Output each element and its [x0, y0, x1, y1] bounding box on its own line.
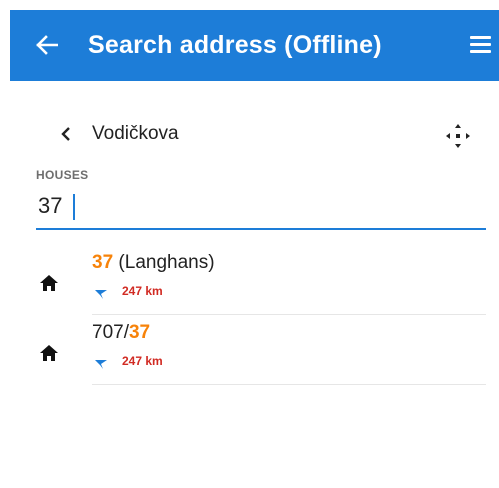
divider — [92, 314, 486, 315]
street-name: Vodičkova — [92, 123, 179, 144]
houses-label: HOUSES — [36, 168, 89, 182]
text-caret — [73, 194, 75, 220]
result-title: 707/37 — [92, 320, 150, 346]
app-bar: Search address (Offline) — [10, 10, 499, 81]
house-number-field[interactable] — [36, 190, 486, 230]
result-item[interactable]: 37 (Langhans) 247 km — [10, 248, 499, 316]
input-underline — [36, 228, 486, 230]
arrow-left-icon — [36, 35, 58, 55]
hamburger-line — [470, 43, 491, 46]
street-row: Vodičkova — [10, 116, 499, 152]
direction-arrow-icon — [95, 360, 107, 369]
result-prefix: 707/ — [92, 322, 129, 343]
result-item[interactable]: 707/37 247 km — [10, 318, 499, 386]
back-button[interactable] — [32, 28, 62, 62]
result-suffix: (Langhans) — [113, 252, 215, 273]
house-number-input[interactable] — [36, 190, 478, 222]
hamburger-menu-icon — [470, 36, 491, 39]
page-title: Search address (Offline) — [88, 31, 382, 59]
street-back-button[interactable] — [56, 120, 76, 148]
menu-button[interactable] — [466, 32, 496, 60]
result-highlight: 37 — [92, 252, 114, 273]
crosshair-icon — [446, 124, 470, 148]
hamburger-line — [470, 50, 491, 53]
result-highlight: 37 — [128, 322, 151, 343]
chevron-left-icon — [61, 127, 70, 141]
direction-arrow-icon — [95, 290, 107, 299]
result-distance: 247 km — [122, 354, 163, 368]
home-icon — [40, 275, 58, 291]
locate-button[interactable] — [444, 122, 472, 150]
home-icon — [40, 345, 58, 361]
divider — [92, 384, 486, 385]
result-distance: 247 km — [122, 284, 163, 298]
screen: Search address (Offline) Vodičkova HOUSE… — [10, 10, 499, 488]
result-title: 37 (Langhans) — [92, 250, 215, 276]
